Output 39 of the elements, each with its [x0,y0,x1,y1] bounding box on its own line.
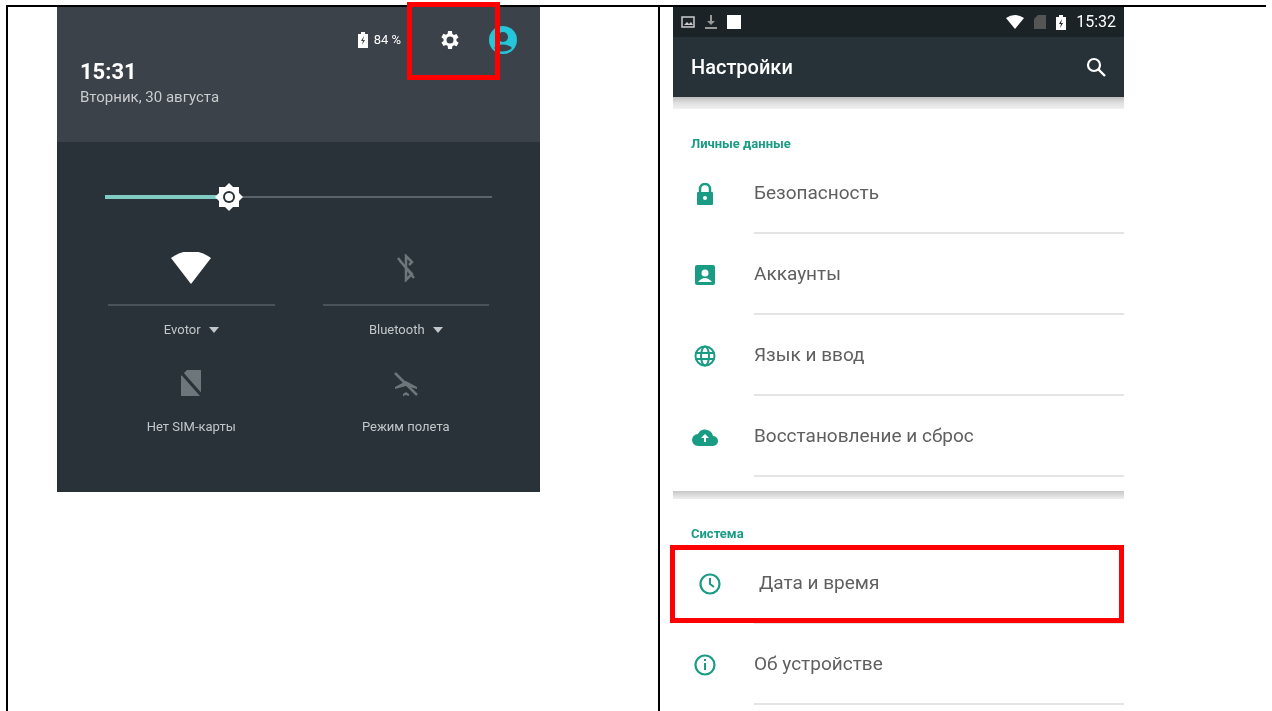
caret-icon [432,327,443,333]
brightness-thumb-icon[interactable] [214,183,243,211]
screen-title: Настройки [691,54,793,81]
account-icon [694,264,715,285]
clock-icon [698,572,721,595]
settings-item[interactable]: Восстановление и сброс [673,396,1124,477]
battery-level: 84 % [373,31,401,50]
search-icon[interactable] [1086,57,1106,77]
globe-icon [693,344,716,367]
battery-icon [357,32,368,48]
section-header: Система [690,524,745,543]
status-time: 15:32 [1076,11,1116,33]
image-icon [681,16,695,28]
settings-item[interactable]: Аккаунты [673,234,1124,315]
wifi-icon [1006,15,1025,29]
airplane-off-icon[interactable] [391,369,420,397]
caret-icon [208,327,219,333]
tile-dropdown[interactable]: Evotor [163,320,219,340]
no-sim-icon[interactable] [179,369,204,397]
battery-icon [1056,14,1067,30]
settings-item[interactable]: Об устройстве [673,624,1124,705]
bluetooth-off-icon[interactable] [395,254,416,282]
no-sim-icon [1034,15,1047,29]
info-icon [693,653,716,676]
settings-item[interactable]: Безопасность [673,153,1124,234]
download-icon [705,15,717,29]
tile-dropdown[interactable]: Bluetooth [368,320,443,340]
settings-item[interactable]: Дата и время [670,544,1124,623]
settings-item[interactable]: Язык и ввод [673,315,1124,396]
date-text: Вторник, 30 августа [80,87,221,107]
clock-time: 15:31 [80,58,138,86]
tile-label[interactable]: Нет SIM-карты [146,417,236,437]
avatar-icon[interactable] [489,26,517,54]
cloud-upload-icon [691,427,718,446]
square-icon [727,15,741,29]
lock-icon [694,182,715,205]
tile-label[interactable]: Режим полета [361,417,450,437]
wifi-icon[interactable] [171,252,212,284]
section-header: Личные данные [690,134,792,153]
